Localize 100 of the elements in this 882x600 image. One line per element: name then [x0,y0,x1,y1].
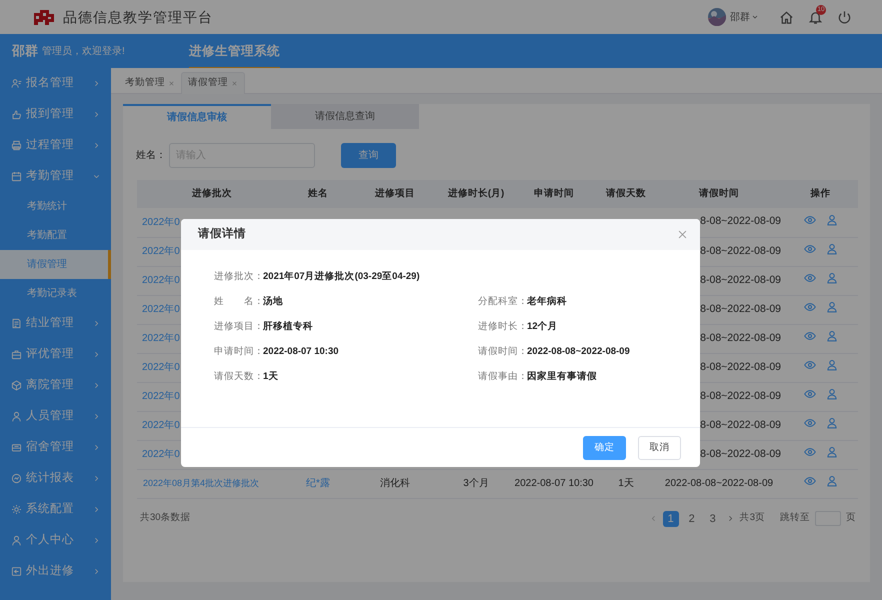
table-cell: 8-08~2022-08-09 [700,360,781,373]
close-button[interactable] [677,229,688,240]
printer-icon [11,140,22,151]
table-cell: 8-08~2022-08-09 [700,215,781,228]
table-cell: 8-08~2022-08-09 [700,390,781,402]
caret-icon [751,13,759,21]
eye-icon [804,359,816,371]
sub-tab[interactable]: 请假信息查询 [271,104,419,129]
page-button[interactable]: 3 [704,510,721,526]
table-cell: 8-08~2022-08-09 [700,418,781,431]
field-label: 请假时间： [478,344,527,359]
sidebar-item[interactable]: 系统配置 [0,494,111,525]
close-icon [231,80,238,87]
bed-icon [11,442,22,453]
sidebar-item[interactable]: 结业管理 [0,308,111,339]
user-icon [826,272,838,284]
briefcase-icon [11,349,22,360]
sidebar-item[interactable]: 评优管理 [0,339,111,370]
eye-icon [804,475,816,487]
user-icon [826,446,838,458]
column-header: 进修时长(月) [441,180,511,208]
sidebar-subitem[interactable]: 考勤配置 [0,221,111,250]
table-cell[interactable]: 2022年0 [142,275,180,286]
sidebar-item[interactable]: 考勤管理 [0,161,111,192]
table-cell[interactable]: 2022年0 [142,216,180,228]
user-icon [826,388,838,400]
eye-icon [804,330,816,342]
user-name[interactable]: 邵群 [730,10,750,24]
exit-icon [11,566,22,577]
person-icon [11,535,22,546]
column-header: 申请时间 [511,180,597,208]
person-icon [11,78,22,89]
table-cell[interactable]: 2022年0 [142,449,180,460]
table-cell[interactable]: 2022年0 [142,391,180,402]
user-icon [826,475,838,487]
table-cell: 8-08~2022-08-09 [700,244,781,257]
user-icon [826,417,838,429]
eye-icon [804,301,816,313]
field-value: 汤地 [263,294,283,309]
sidebar-item[interactable]: 人员管理 [0,401,111,432]
user-icon [826,301,838,313]
total-count: 共30条数据 [140,511,191,526]
sidebar-subitem[interactable]: 考勤统计 [0,192,111,221]
table-cell: 2022-08-08~2022-08-09 [664,478,774,489]
table-cell[interactable]: 2022年0 [142,333,180,344]
page-tab[interactable]: 考勤管理 [119,72,181,94]
user-name: 邵群 [12,42,38,60]
field-label: 进修项目： [214,320,263,334]
table-cell: 2022-08-07 10:30 [514,478,594,489]
logo [33,8,55,26]
cancel-button[interactable]: 取消 [638,436,681,460]
sidebar-subitem[interactable]: 请假管理 [0,250,111,279]
sidebar-item[interactable]: 宿舍管理 [0,432,111,463]
field-value: 2021年07月进修批次(03-29至04-29) [263,270,420,284]
field-label: 进修批次： [214,270,263,284]
sidebar-item[interactable]: 统计报表 [0,463,111,494]
user-icon [826,359,838,371]
table-cell[interactable]: 2022年0 [142,420,180,431]
field-label: 申请时间： [214,344,263,359]
field-value: 老年病科 [527,294,567,309]
field-value: 1天 [263,370,278,384]
welcome-text: 管理员，欢迎登录! [42,44,125,58]
field-value: 2022-08-07 10:30 [263,344,339,359]
avatar-icon [708,8,726,26]
sidebar-subitem[interactable]: 考勤记录表 [0,279,111,308]
page-suffix: 页 [846,511,856,526]
page-tab[interactable]: 请假管理 [181,72,245,94]
eye-icon [804,214,816,226]
user-icon [826,330,838,342]
bell-icon [808,10,823,24]
table-cell[interactable]: 2022年0 [142,362,180,373]
table-cell: 1天 [618,478,634,489]
table-cell[interactable]: 2022年0 [142,246,180,257]
column-header: 姓名 [287,180,349,208]
sidebar-item[interactable]: 过程管理 [0,130,111,161]
page-count: 共3页 [740,511,765,526]
table-cell[interactable]: 2022年0 [142,304,180,315]
sidebar-item[interactable]: 个人中心 [0,525,111,556]
field-value: 因家里有事请假 [527,370,597,384]
sidebar-item[interactable]: 报到管理 [0,99,111,130]
table-cell: 3个月 [463,478,489,489]
field-value: 12个月 [527,320,558,334]
confirm-button[interactable]: 确定 [583,436,626,460]
sidebar-item[interactable]: 外出进修 [0,556,111,587]
jump-label: 跳转至 [780,511,810,526]
column-header: 请假时间 [655,180,783,208]
sidebar-item[interactable]: 离院管理 [0,370,111,401]
column-header: 操作 [783,180,858,208]
page-button[interactable]: 1 [662,510,679,526]
field-label: 请假天数： [214,370,263,384]
search-button[interactable]: 查询 [341,143,396,168]
table-cell[interactable]: 纪*露 [306,478,330,489]
document-icon [11,318,22,329]
field-label: 姓 名： [214,294,263,309]
table-cell[interactable]: 2022年08月第4批次进修批次 [143,478,260,488]
sidebar-item[interactable]: 报名管理 [0,68,111,99]
column-header: 进修项目 [349,180,441,208]
page-button[interactable]: 2 [684,510,700,526]
table-cell: 8-08~2022-08-09 [700,332,781,344]
eye-icon [804,417,816,429]
